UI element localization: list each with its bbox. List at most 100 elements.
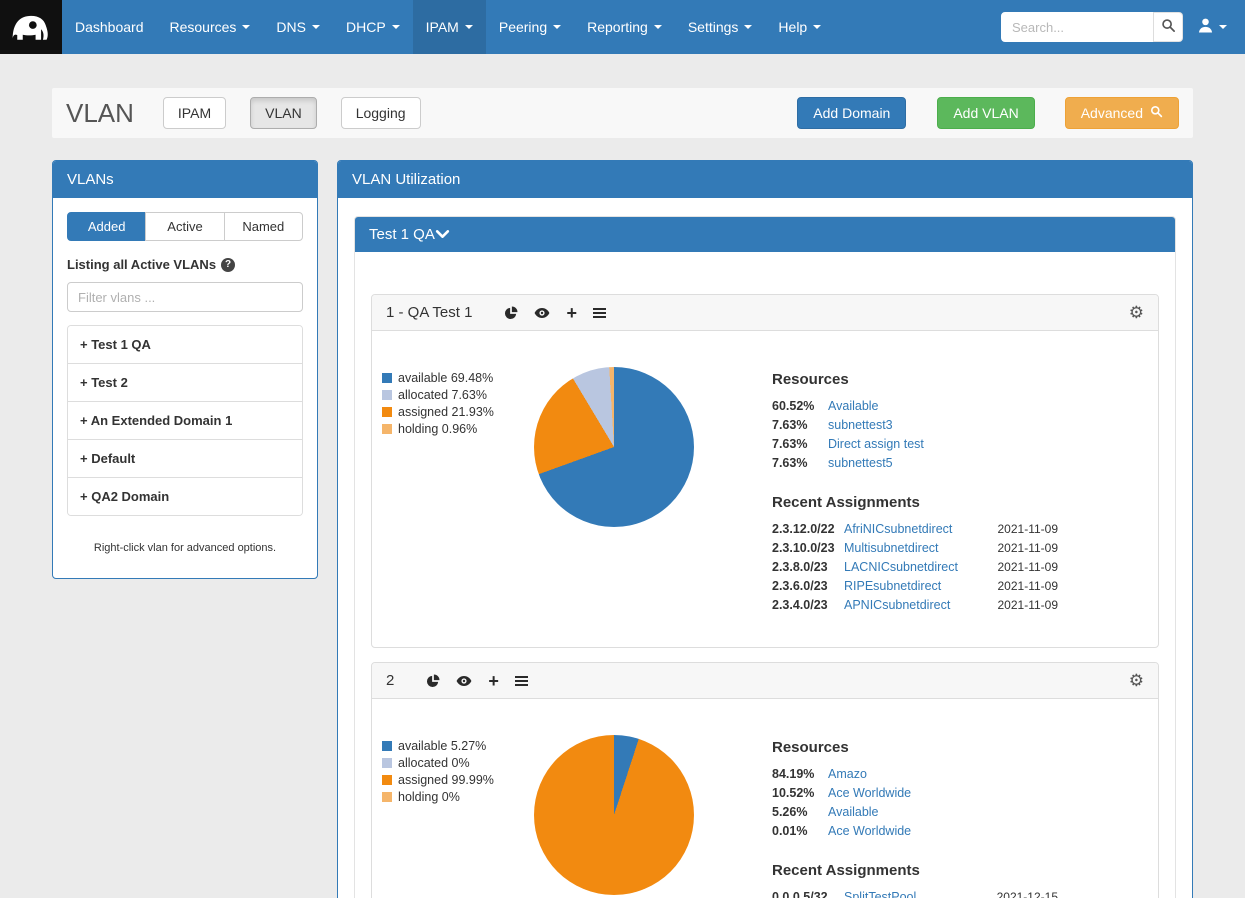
legend-label: available 5.27%: [398, 739, 486, 753]
assignment-cidr: 2.3.4.0/23: [772, 598, 844, 612]
gear-icon[interactable]: ⚙: [1129, 304, 1144, 321]
search-button[interactable]: [1153, 12, 1183, 42]
vlan-filter-input[interactable]: [67, 282, 303, 312]
nav-item-resources[interactable]: Resources: [157, 0, 264, 54]
assignment-link[interactable]: SplitTestPool: [844, 890, 916, 898]
resource-percent: 7.63%: [772, 418, 828, 432]
resource-link[interactable]: subnettest5: [828, 456, 893, 470]
resources-column: Resources 84.19%Amazo 10.52%Ace Worldwid…: [772, 739, 1058, 898]
vlans-panel: VLANs Added Active Named Listing all Act…: [52, 160, 318, 579]
resource-row: 60.52%Available: [772, 399, 1058, 413]
chevron-down-icon: [744, 25, 752, 29]
nav-item-settings[interactable]: Settings: [675, 0, 766, 54]
pie-chart-icon[interactable]: [426, 674, 440, 688]
search-input[interactable]: [1001, 12, 1153, 42]
assignment-link[interactable]: RIPEsubnetdirect: [844, 579, 941, 593]
resource-percent: 60.52%: [772, 399, 828, 413]
nav-item-ipam[interactable]: IPAM: [413, 0, 486, 54]
resource-percent: 84.19%: [772, 767, 828, 781]
pie-legend: available 5.27% allocated 0% assigned 99…: [382, 739, 524, 898]
utilization-pie-chart: [534, 735, 694, 895]
gear-icon[interactable]: ⚙: [1129, 672, 1144, 689]
vlan-section-header[interactable]: Test 1 QA: [355, 217, 1175, 252]
resource-link[interactable]: Amazo: [828, 767, 867, 781]
listing-label: Listing all Active VLANs ?: [67, 257, 303, 272]
resource-row: 5.26%Available: [772, 805, 1058, 819]
vlan-list-item-test-2[interactable]: + Test 2: [68, 364, 302, 402]
tab-active[interactable]: Active: [145, 212, 224, 241]
resource-link[interactable]: Ace Worldwide: [828, 824, 911, 838]
resource-link[interactable]: subnettest3: [828, 418, 893, 432]
assignment-link[interactable]: LACNICsubnetdirect: [844, 560, 958, 574]
assignment-link[interactable]: AfriNICsubnetdirect: [844, 522, 952, 536]
legend-item: assigned 21.93%: [382, 405, 524, 419]
assignment-link[interactable]: APNICsubnetdirect: [844, 598, 950, 612]
add-vlan-button[interactable]: Add VLAN: [937, 97, 1034, 129]
legend-item: available 69.48%: [382, 371, 524, 385]
card-header: 1 - QA Test 1 + ⚙: [372, 295, 1158, 331]
legend-label: holding 0%: [398, 790, 460, 804]
assignment-row: 2.3.8.0/23LACNICsubnetdirect2021-11-09: [772, 560, 1058, 574]
eye-icon[interactable]: [456, 675, 472, 687]
assignment-date: 2021-11-09: [986, 522, 1059, 536]
assignment-row: 2.3.4.0/23APNICsubnetdirect 2021-11-09: [772, 598, 1058, 612]
vlan-list-item-default[interactable]: + Default: [68, 440, 302, 478]
assignment-cidr: 2.3.12.0/22: [772, 522, 844, 536]
plus-icon[interactable]: +: [566, 307, 577, 319]
nav-item-help[interactable]: Help: [765, 0, 834, 54]
resource-percent: 7.63%: [772, 456, 828, 470]
nav-item-peering[interactable]: Peering: [486, 0, 574, 54]
help-icon[interactable]: ?: [221, 258, 235, 272]
nav-label: DHCP: [346, 19, 386, 35]
menu-icon[interactable]: [515, 676, 528, 686]
tab-added[interactable]: Added: [67, 212, 146, 241]
global-search: [1001, 0, 1183, 54]
tab-logging[interactable]: Logging: [341, 97, 421, 129]
assignment-date: 2021-12-15: [985, 890, 1058, 898]
eye-icon[interactable]: [534, 307, 550, 319]
header-actions: Add Domain Add VLAN Advanced: [797, 97, 1179, 129]
resource-row: 7.63%subnettest3: [772, 418, 1058, 432]
add-domain-button[interactable]: Add Domain: [797, 97, 906, 129]
resource-row: 10.52%Ace Worldwide: [772, 786, 1058, 800]
user-menu[interactable]: [1183, 0, 1245, 54]
assignments-heading: Recent Assignments: [772, 862, 1058, 879]
chevron-down-icon: [242, 25, 250, 29]
tab-vlan[interactable]: VLAN: [250, 97, 317, 129]
nav-item-dhcp[interactable]: DHCP: [333, 0, 413, 54]
legend-swatch: [382, 390, 392, 400]
menu-icon[interactable]: [593, 308, 606, 318]
plus-icon[interactable]: +: [488, 675, 499, 687]
chevron-down-icon: [435, 226, 450, 243]
legend-label: available 69.48%: [398, 371, 493, 385]
assignment-date: 2021-11-09: [986, 598, 1059, 612]
resource-link[interactable]: Available: [828, 805, 879, 819]
advanced-button[interactable]: Advanced: [1065, 97, 1179, 129]
hamburger-lines: [515, 676, 528, 678]
tab-ipam[interactable]: IPAM: [163, 97, 226, 129]
nav-label: Resources: [170, 19, 237, 35]
listing-label-text: Listing all Active VLANs: [67, 257, 216, 272]
vlan-list-item-qa2-domain[interactable]: + QA2 Domain: [68, 478, 302, 515]
pie-chart-icon[interactable]: [504, 306, 518, 320]
assignment-link[interactable]: Multisubnetdirect: [844, 541, 939, 555]
nav-item-reporting[interactable]: Reporting: [574, 0, 675, 54]
chevron-down-icon: [813, 25, 821, 29]
vlan-section-test-1-qa: Test 1 QA 1 - QA Test 1: [354, 216, 1176, 898]
assignment-row: 2.3.12.0/22AfriNICsubnetdirect 2021-11-09: [772, 522, 1058, 536]
nav-item-dns[interactable]: DNS: [263, 0, 333, 54]
vlan-list-item-test-1-qa[interactable]: + Test 1 QA: [68, 326, 302, 364]
resource-link[interactable]: Available: [828, 399, 879, 413]
chevron-down-icon: [392, 25, 400, 29]
resource-percent: 10.52%: [772, 786, 828, 800]
resources-heading: Resources: [772, 739, 1058, 756]
resource-link[interactable]: Direct assign test: [828, 437, 924, 451]
vlan-list-item-an-extended-domain-1[interactable]: + An Extended Domain 1: [68, 402, 302, 440]
main-menu: Dashboard Resources DNS DHCP IPAM Peerin…: [62, 0, 834, 54]
nav-item-dashboard[interactable]: Dashboard: [62, 0, 157, 54]
provision-logo[interactable]: [0, 0, 62, 54]
tab-named[interactable]: Named: [224, 212, 303, 241]
legend-swatch: [382, 424, 392, 434]
resource-link[interactable]: Ace Worldwide: [828, 786, 911, 800]
card-title: 1 - QA Test 1: [386, 304, 472, 321]
